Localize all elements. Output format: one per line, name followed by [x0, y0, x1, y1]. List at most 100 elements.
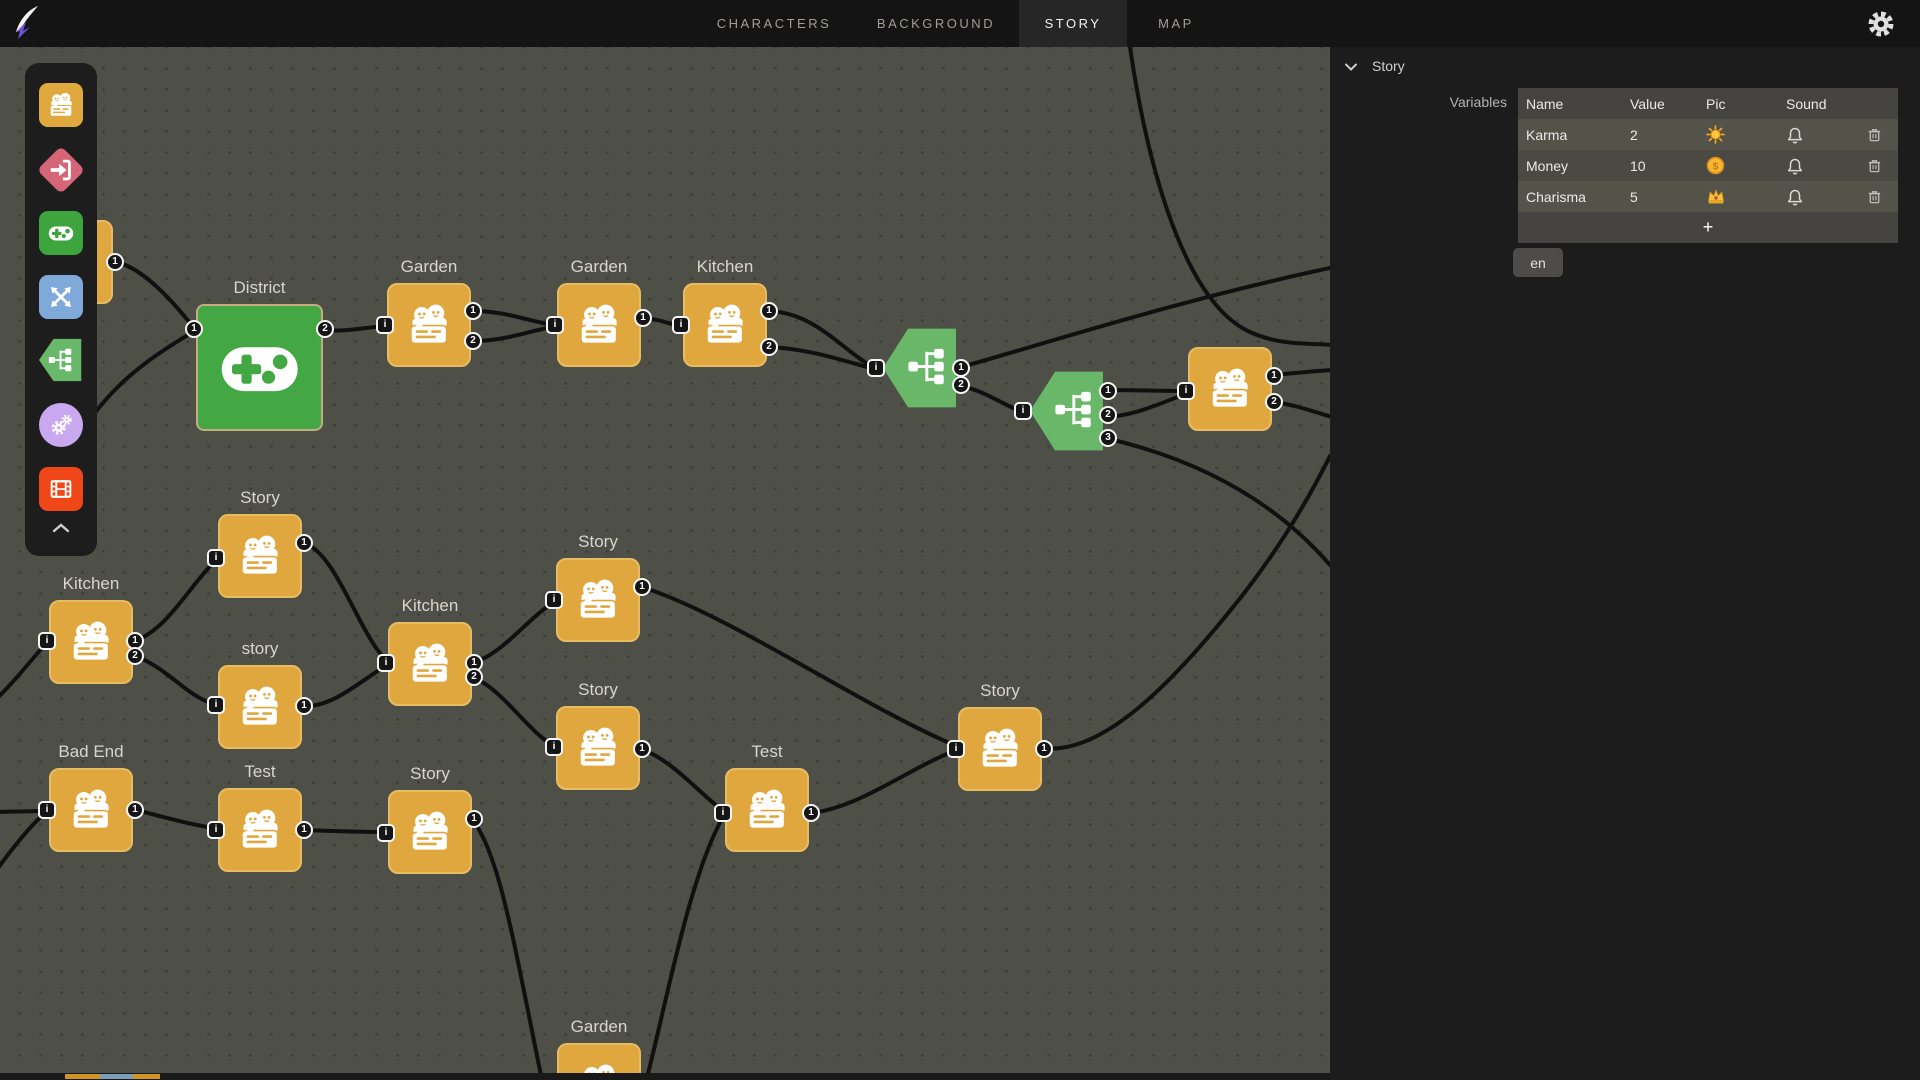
connection-edge[interactable] [135, 656, 214, 704]
variable-name[interactable]: Karma [1518, 127, 1630, 143]
tab-map[interactable]: MAP [1136, 0, 1216, 47]
connection-edge[interactable] [0, 644, 46, 700]
branch-2-node[interactable]: i123 [1030, 370, 1106, 452]
output-port-1[interactable]: 1 [295, 697, 313, 715]
coin-icon[interactable]: $ [1706, 156, 1725, 175]
output-port-1[interactable]: 1 [1265, 367, 1283, 385]
output-port-1[interactable]: 1 [633, 740, 651, 758]
scene-node-body[interactable] [388, 622, 472, 706]
output-port-2[interactable]: 2 [465, 668, 483, 686]
test-node[interactable]: Test i1 [725, 768, 809, 852]
input-port[interactable]: i [207, 696, 225, 714]
connection-edge[interactable] [1043, 456, 1330, 749]
input-port[interactable]: i [1014, 402, 1032, 420]
connection-edge[interactable] [645, 817, 723, 1080]
story-node[interactable]: Story i1 [958, 707, 1042, 791]
variable-value[interactable]: 5 [1630, 189, 1706, 205]
output-port-1[interactable]: 1 [1099, 382, 1117, 400]
connection-edge[interactable] [0, 814, 44, 872]
scene-node-body[interactable] [218, 788, 302, 872]
output-port-2[interactable]: 2 [316, 320, 334, 338]
kitchen-node[interactable]: Kitchen i12 [49, 600, 133, 684]
output-port-1[interactable]: 1 [802, 804, 820, 822]
connection-edge[interactable] [473, 327, 553, 341]
scene-node-body[interactable] [958, 707, 1042, 791]
scrollbar-segment[interactable] [65, 1074, 100, 1079]
scene-node-body[interactable] [218, 665, 302, 749]
input-port[interactable]: i [947, 740, 965, 758]
garden-node[interactable]: Garden i1 [557, 283, 641, 367]
tool-move-node[interactable] [39, 275, 83, 319]
branch-1-node[interactable]: i12 [883, 327, 959, 409]
trash-icon[interactable] [1866, 188, 1883, 205]
connection-edge[interactable] [958, 268, 1330, 368]
condition-node-body[interactable] [883, 327, 959, 409]
scene-node-body[interactable] [387, 283, 471, 367]
output-port-1[interactable]: 1 [952, 359, 970, 377]
condition-node-body[interactable] [1030, 370, 1106, 452]
connection-edge[interactable] [812, 751, 954, 813]
output-port-1[interactable]: 1 [1035, 740, 1053, 758]
connection-edge[interactable] [472, 603, 553, 663]
connection-edge[interactable] [1105, 390, 1186, 391]
input-port[interactable]: i [1177, 382, 1195, 400]
add-variable-button[interactable]: + [1518, 212, 1898, 243]
connection-edge[interactable] [472, 677, 553, 745]
game-node-body[interactable] [196, 304, 323, 431]
input-port[interactable]: i [672, 316, 690, 334]
variable-name[interactable]: Charisma [1518, 189, 1630, 205]
scene-node-body[interactable] [1188, 347, 1272, 431]
scene-right-node[interactable]: i12 [1188, 347, 1272, 431]
output-port-1[interactable]: 1 [185, 320, 203, 338]
bell-icon[interactable] [1786, 126, 1804, 144]
scrollbar-segment[interactable] [133, 1074, 160, 1079]
tool-movie-node[interactable] [39, 467, 83, 511]
output-port-2[interactable]: 2 [464, 332, 482, 350]
connection-edge[interactable] [641, 749, 722, 810]
quill-logo-icon[interactable] [8, 4, 46, 42]
output-port-1[interactable]: 1 [126, 801, 144, 819]
input-port[interactable]: i [207, 821, 225, 839]
output-port-2[interactable]: 2 [1265, 393, 1283, 411]
input-port[interactable]: i [376, 316, 394, 334]
connection-edge[interactable] [1105, 394, 1186, 417]
bad-end-node[interactable]: Bad End i1 [49, 768, 133, 852]
tab-characters[interactable]: CHARACTERS [713, 0, 835, 47]
variable-row-charisma[interactable]: Charisma 5 [1518, 181, 1898, 212]
input-port[interactable]: i [207, 549, 225, 567]
input-port[interactable]: i [377, 824, 395, 842]
crown-icon[interactable] [1706, 187, 1726, 206]
variable-value[interactable]: 2 [1630, 127, 1706, 143]
scene-node-body[interactable] [49, 768, 133, 852]
input-port[interactable]: i [546, 316, 564, 334]
input-port[interactable]: i [377, 654, 395, 672]
connection-edge[interactable] [305, 667, 384, 706]
output-port-1[interactable]: 1 [464, 302, 482, 320]
panel-section-header[interactable]: Story [1330, 47, 1920, 87]
tool-settings-node[interactable] [39, 403, 83, 447]
input-port[interactable]: i [38, 632, 56, 650]
sun-icon[interactable] [1706, 125, 1725, 144]
output-port-2[interactable]: 2 [126, 647, 144, 665]
output-port-1[interactable]: 1 [106, 253, 124, 271]
trash-icon[interactable] [1866, 126, 1883, 143]
connection-edge[interactable] [1105, 438, 1330, 565]
tool-scene-node[interactable] [39, 83, 83, 127]
connection-edge[interactable] [114, 262, 194, 328]
tab-story[interactable]: STORY [1019, 0, 1127, 47]
language-button[interactable]: en [1513, 248, 1563, 277]
toolbar-collapse-button[interactable] [25, 513, 97, 543]
scene-node-body[interactable] [725, 768, 809, 852]
story-node[interactable]: Story i1 [218, 514, 302, 598]
story-node[interactable]: Story i1 [388, 790, 472, 874]
garden-node[interactable]: Garden i12 [387, 283, 471, 367]
scene-node-body[interactable] [556, 558, 640, 642]
scene-node-body[interactable] [218, 514, 302, 598]
input-port[interactable]: i [38, 801, 56, 819]
input-port[interactable]: i [714, 804, 732, 822]
connection-edge[interactable] [473, 311, 553, 325]
bell-icon[interactable] [1786, 157, 1804, 175]
input-port[interactable]: i [545, 738, 563, 756]
story-graph-canvas[interactable]: 1District 12Garden i12Garden i1Kitchen [0, 47, 1330, 1080]
output-port-2[interactable]: 2 [1099, 406, 1117, 424]
